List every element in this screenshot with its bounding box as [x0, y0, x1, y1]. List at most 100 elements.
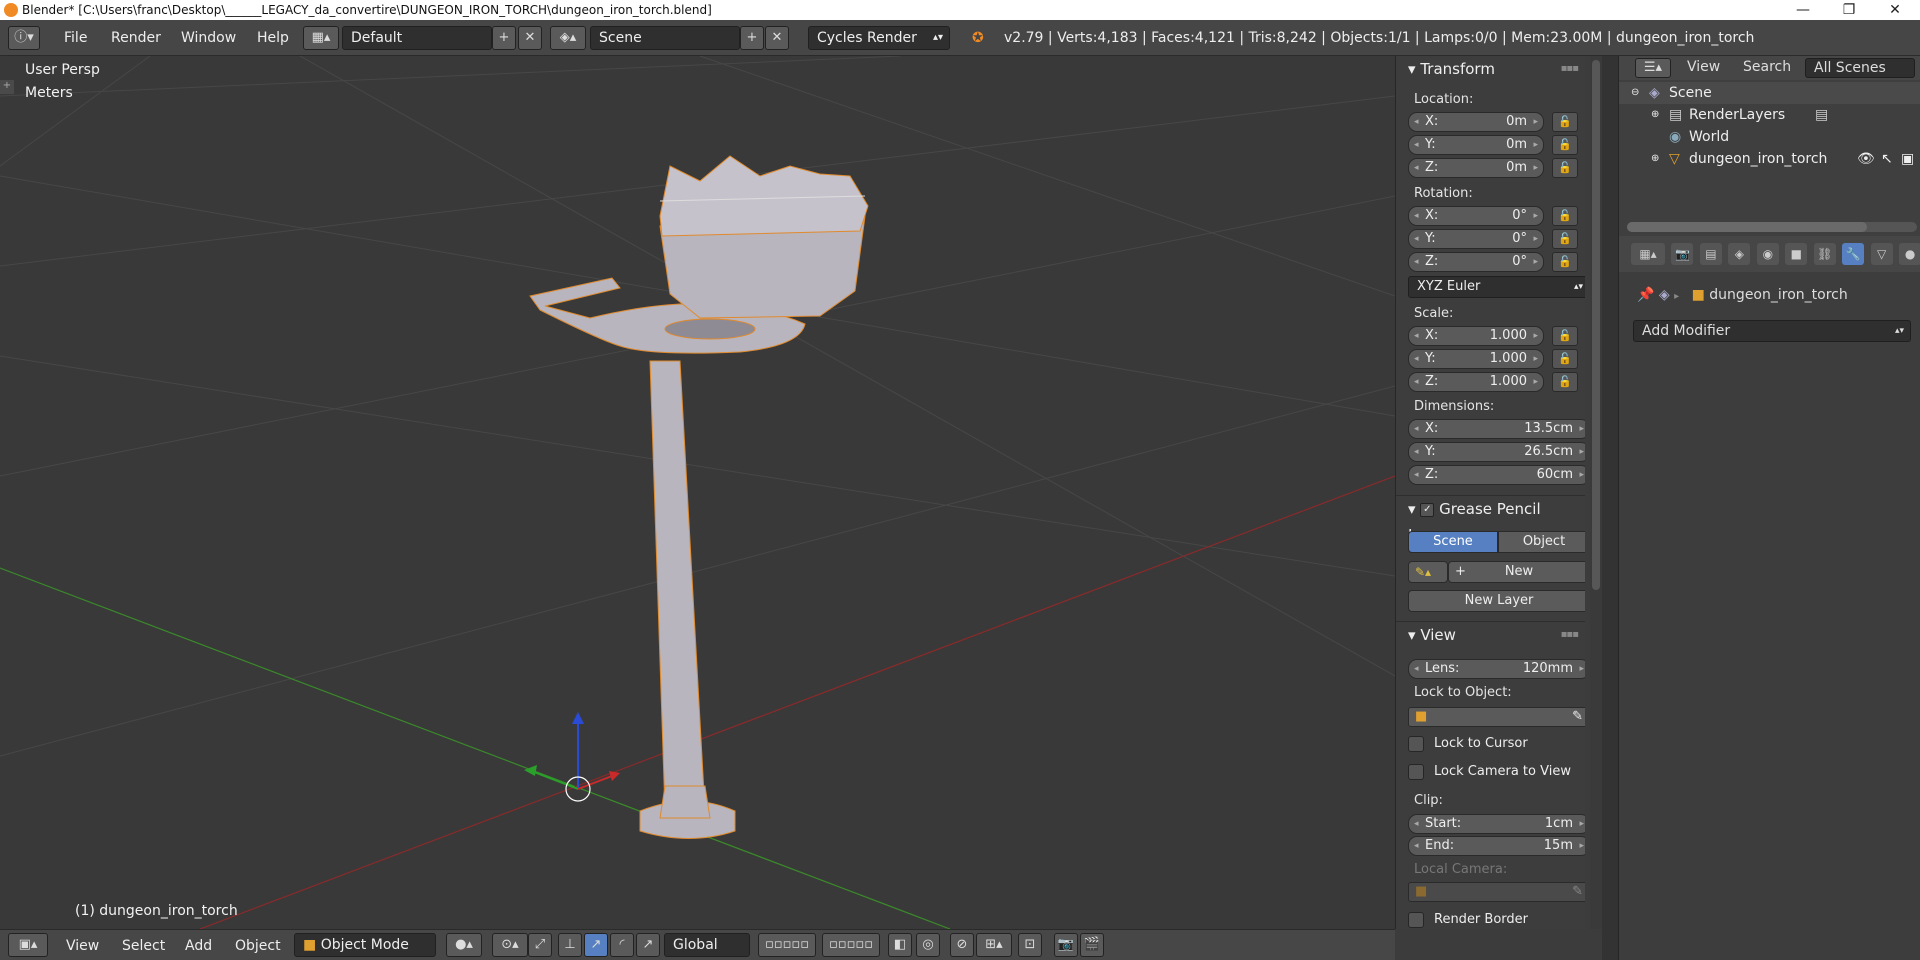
snap-element-icon[interactable]: ⊞▴	[976, 933, 1012, 957]
lens-field[interactable]: ◂ Lens: 120mm ▸	[1408, 659, 1585, 679]
scale-z-field[interactable]: ◂ Z: 1.000 ▸	[1408, 372, 1544, 392]
rotation-y-field[interactable]: ◂ Y: 0° ▸	[1408, 229, 1544, 249]
close-button[interactable]: ✕	[1876, 0, 1914, 20]
clip-start-field[interactable]: ◂ Start: 1cm ▸	[1408, 814, 1585, 834]
editor-type-outliner-icon[interactable]: ☰▴	[1635, 58, 1671, 78]
world-tab-icon[interactable]: ◉	[1756, 243, 1779, 265]
lock-location-x-icon[interactable]: 🔓	[1552, 112, 1578, 132]
dimensions-x-field[interactable]: ◂ X: 13.5cm ▸	[1408, 419, 1585, 439]
toolshelf-toggle-icon[interactable]: +	[0, 80, 14, 94]
pin-icon[interactable]: 📌	[1637, 287, 1654, 303]
pivot-point-icon[interactable]: ⊙▴	[492, 933, 528, 957]
render-border-checkbox[interactable]	[1408, 912, 1424, 928]
modifiers-tab-icon[interactable]: 🔧	[1842, 243, 1865, 265]
minimize-button[interactable]: —	[1784, 0, 1822, 20]
properties-shelf-scrollbar[interactable]	[1590, 56, 1602, 929]
3d-viewport[interactable]: + User Persp Meters (1) dungeon_iron_tor…	[0, 56, 1395, 929]
object-tab-icon[interactable]: ■	[1785, 243, 1808, 265]
remove-layout-icon[interactable]: ✕	[518, 26, 542, 50]
menu-window[interactable]: Window	[181, 27, 236, 49]
menu-view[interactable]: View	[66, 936, 99, 956]
material-tab-icon[interactable]: ●	[1899, 243, 1920, 265]
grease-source-scene-tab[interactable]: Scene	[1408, 531, 1498, 553]
render-layers-tab-icon[interactable]: ▤	[1699, 243, 1722, 265]
selectable-cursor-icon[interactable]: ↖	[1881, 148, 1893, 170]
collapse-icon[interactable]: ⊖	[1631, 82, 1639, 104]
new-layer-button[interactable]: New Layer	[1408, 590, 1585, 612]
outliner-item-scene[interactable]: ⊖ ◈ Scene	[1619, 82, 1920, 104]
screen-layout-field[interactable]: Default	[342, 26, 492, 50]
lock-rotation-y-icon[interactable]: 🔓	[1552, 229, 1578, 249]
scene-tab-icon[interactable]: ◈	[1728, 243, 1751, 265]
lock-scale-x-icon[interactable]: 🔓	[1552, 326, 1578, 346]
add-scene-icon[interactable]: +	[740, 26, 764, 50]
scale-x-field[interactable]: ◂ X: 1.000 ▸	[1408, 326, 1544, 346]
add-layout-icon[interactable]: +	[492, 26, 516, 50]
menu-help[interactable]: Help	[257, 27, 289, 49]
grease-pencil-panel-header[interactable]: ▾ ✓ Grease Pencil Layer	[1396, 495, 1585, 544]
eyedropper-icon[interactable]: ✎	[1572, 883, 1583, 901]
lock-location-y-icon[interactable]: 🔓	[1552, 135, 1578, 155]
lock-scale-z-icon[interactable]: 🔓	[1552, 372, 1578, 392]
drag-grip-icon[interactable]: ▪▪▪	[1561, 56, 1579, 82]
outliner-view-menu[interactable]: View	[1687, 59, 1720, 75]
display-mode-dropdown[interactable]: All Scenes	[1805, 58, 1915, 78]
outliner-item-renderlayers[interactable]: ⊕ ▤ RenderLayers ▤	[1619, 104, 1920, 126]
clip-end-field[interactable]: ◂ End: 15m ▸	[1408, 836, 1585, 856]
editor-type-info-icon[interactable]: ⓘ▾	[8, 26, 40, 50]
interaction-mode-dropdown[interactable]: ■ Object Mode	[294, 933, 436, 957]
visibility-eye-icon[interactable]: 👁	[1857, 148, 1875, 170]
transform-panel-header[interactable]: ▾ Transform ▪▪▪	[1396, 56, 1585, 82]
scene-field[interactable]: Scene	[590, 26, 740, 50]
menu-add[interactable]: Add	[185, 936, 212, 956]
rotation-z-field[interactable]: ◂ Z: 0° ▸	[1408, 252, 1544, 272]
render-animation-icon[interactable]: 🎬	[1080, 933, 1104, 957]
translate-manipulator-icon[interactable]: ⊥	[558, 933, 582, 957]
expand-icon[interactable]: ⊕	[1651, 148, 1659, 170]
outliner-item-dungeon-iron-torch[interactable]: ⊕ ▽ dungeon_iron_torch 👁 ↖ ▣	[1619, 148, 1920, 170]
outliner-item-world[interactable]: ◉ World	[1619, 126, 1920, 148]
grease-pencil-data-icon[interactable]: ✎▴	[1408, 561, 1448, 583]
dimensions-z-field[interactable]: ◂ Z: 60cm ▸	[1408, 465, 1585, 485]
lock-camera-to-view-checkbox[interactable]	[1408, 764, 1424, 780]
render-engine-dropdown[interactable]: Cycles Render ▴▾	[808, 26, 950, 50]
render-opengl-icon[interactable]: 📷	[1054, 933, 1078, 957]
drag-grip-icon[interactable]: ▪▪▪	[1561, 622, 1579, 648]
viewport-scene[interactable]	[0, 56, 1395, 929]
area-divider[interactable]	[1602, 56, 1618, 960]
maximize-button[interactable]: ❐	[1830, 0, 1868, 20]
local-camera-field[interactable]: ■ ✎	[1408, 882, 1585, 902]
transform-orientation-dropdown[interactable]: Global	[664, 933, 750, 957]
lock-rotation-z-icon[interactable]: 🔓	[1552, 252, 1578, 272]
scrollbar-thumb[interactable]	[1627, 222, 1867, 232]
snap-toggle-icon[interactable]: ⊘	[950, 933, 974, 957]
lock-location-z-icon[interactable]: 🔓	[1552, 158, 1578, 178]
manipulator-icon[interactable]: ⤢	[528, 933, 552, 957]
eyedropper-icon[interactable]: ✎	[1572, 708, 1583, 726]
layers-grid-2-icon[interactable]: ▫▫▫▫▫	[822, 933, 880, 957]
location-x-field[interactable]: ◂ X: 0m ▸	[1408, 112, 1544, 132]
editor-type-properties-icon[interactable]: ▦▴	[1631, 243, 1665, 265]
lock-rotation-x-icon[interactable]: 🔓	[1552, 206, 1578, 226]
grease-source-object-tab[interactable]: Object	[1498, 531, 1585, 553]
object-origin-gizmo[interactable]	[524, 712, 620, 802]
grease-pencil-checkbox[interactable]: ✓	[1420, 502, 1435, 517]
layers-grid-icon[interactable]: ▫▫▫▫▫	[758, 933, 816, 957]
scale-manipulator-icon[interactable]: ◜	[610, 933, 634, 957]
location-y-field[interactable]: ◂ Y: 0m ▸	[1408, 135, 1544, 155]
menu-object[interactable]: Object	[235, 936, 281, 956]
render-tab-icon[interactable]: 📷	[1671, 243, 1694, 265]
scale-y-field[interactable]: ◂ Y: 1.000 ▸	[1408, 349, 1544, 369]
outliner-h-scrollbar[interactable]	[1627, 222, 1917, 232]
scene-selector-icon[interactable]: ◈▴	[550, 26, 586, 50]
screen-layout-icon[interactable]: ▦▴	[303, 26, 339, 50]
view-panel-header[interactable]: ▾ View ▪▪▪	[1396, 621, 1585, 647]
rotation-mode-dropdown[interactable]: XYZ Euler ▴▾	[1408, 276, 1585, 298]
torch-mesh[interactable]	[529, 155, 869, 839]
constraints-tab-icon[interactable]: ⛓	[1813, 243, 1836, 265]
rotate-manipulator-icon[interactable]: ↗	[584, 933, 608, 957]
renderable-camera-icon[interactable]: ▣	[1901, 148, 1914, 170]
outliner-search-menu[interactable]: Search	[1743, 59, 1791, 75]
proportional-edit-icon[interactable]: ◎	[916, 933, 940, 957]
viewport-shading-icon[interactable]: ●▴	[446, 933, 482, 957]
